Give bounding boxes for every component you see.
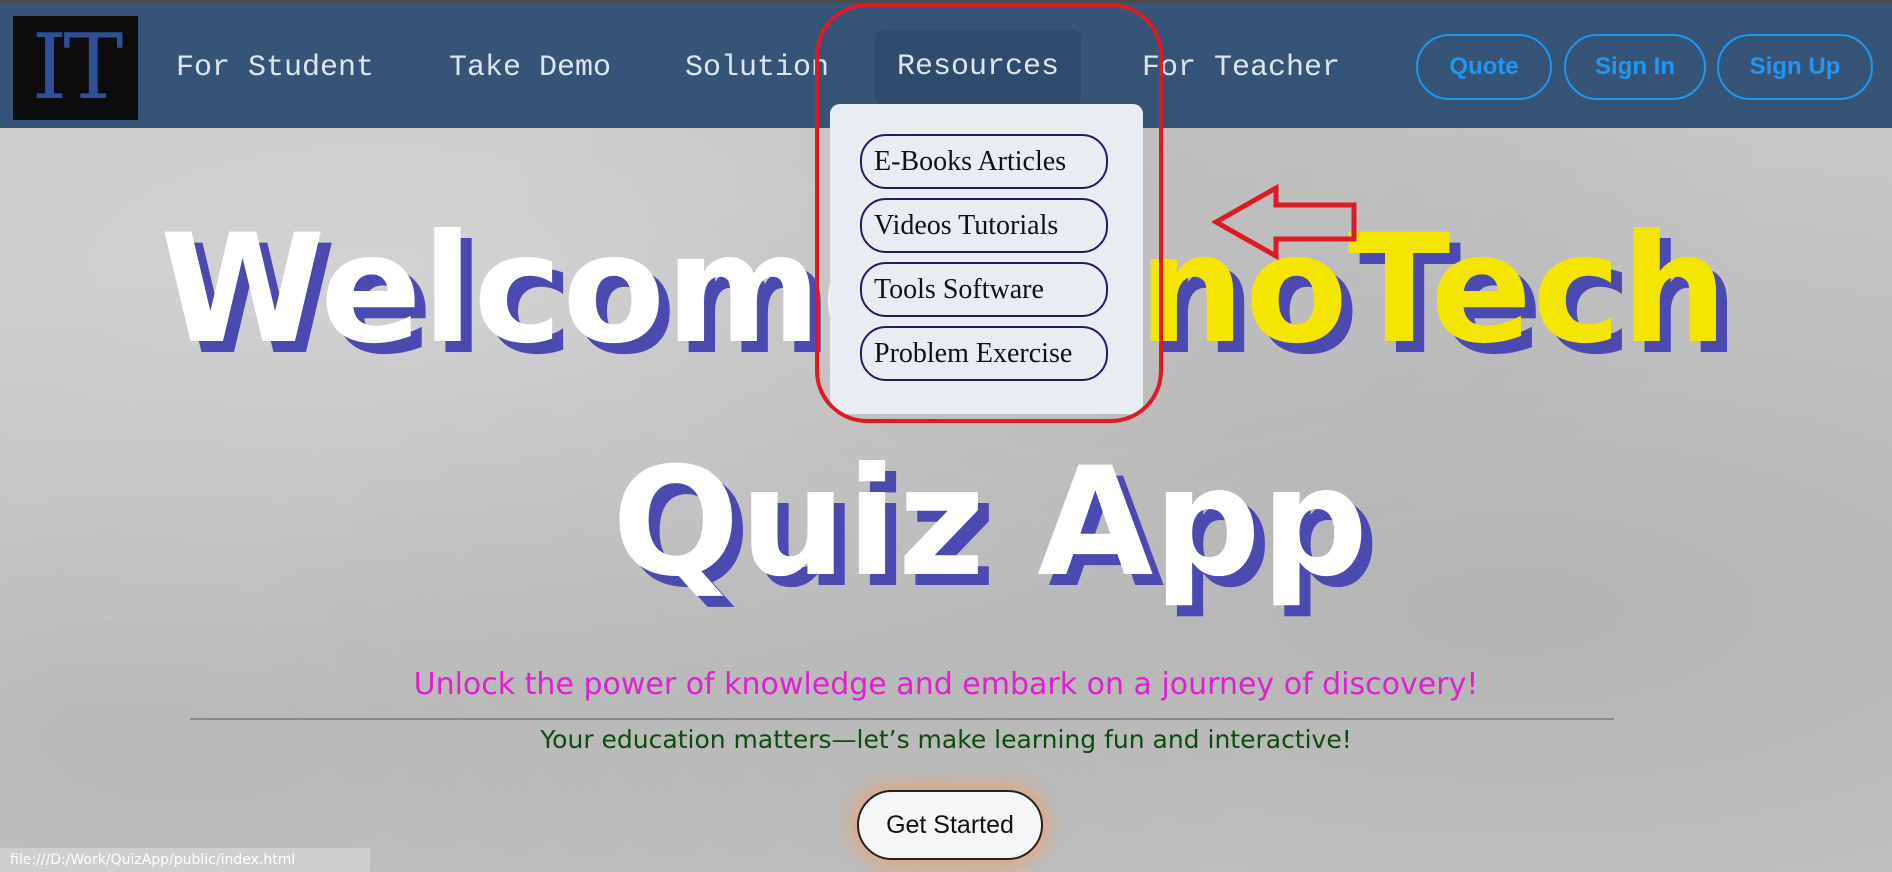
sign-up-button[interactable]: Sign Up <box>1717 34 1873 100</box>
hero-subline: Your education matters—let’s make learni… <box>540 725 1352 754</box>
quote-button[interactable]: Quote <box>1416 34 1552 100</box>
nav-link-for-teacher[interactable]: For Teacher <box>1142 43 1340 93</box>
nav-link-solution[interactable]: Solution <box>685 43 829 93</box>
dropdown-item-tools-software[interactable]: Tools Software <box>860 262 1108 317</box>
site-logo[interactable]: IT <box>13 16 138 120</box>
dropdown-item-ebooks-articles[interactable]: E-Books Articles <box>860 134 1108 189</box>
get-started-button[interactable]: Get Started <box>857 790 1043 860</box>
resources-dropdown-menu: E-Books Articles Videos Tutorials Tools … <box>830 104 1143 414</box>
hero-divider <box>190 718 1614 720</box>
nav-link-take-demo[interactable]: Take Demo <box>449 43 611 93</box>
hero-tagline: Unlock the power of knowledge and embark… <box>413 667 1479 702</box>
nav-link-resources[interactable]: Resources <box>875 30 1082 105</box>
dropdown-item-videos-tutorials[interactable]: Videos Tutorials <box>860 198 1108 253</box>
logo-text: IT <box>31 15 124 120</box>
hero-title-line-2: Quiz App <box>612 436 1369 610</box>
dropdown-item-problem-exercise[interactable]: Problem Exercise <box>860 326 1108 381</box>
sign-in-button[interactable]: Sign In <box>1564 34 1706 100</box>
status-bar-url: file:///D:/Work/QuizApp/public/index.htm… <box>0 848 370 872</box>
nav-link-for-student[interactable]: For Student <box>176 43 374 93</box>
